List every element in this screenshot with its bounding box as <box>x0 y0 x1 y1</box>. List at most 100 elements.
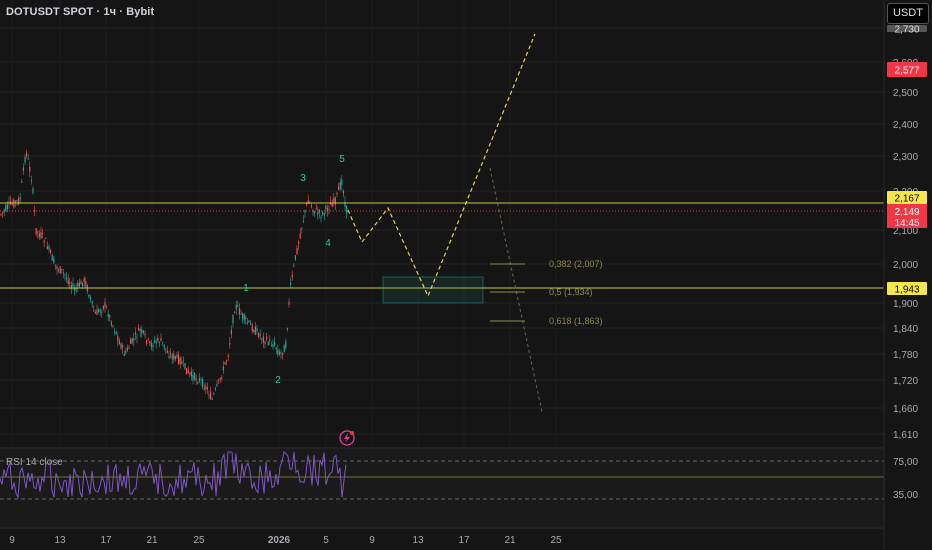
candle-body <box>320 217 322 219</box>
rsi-tick-label: 35,00 <box>893 490 918 501</box>
candle-body <box>27 158 29 160</box>
candle-body <box>253 330 255 333</box>
candle-body <box>240 313 242 315</box>
candle-body <box>258 332 260 338</box>
candle-body <box>125 350 127 354</box>
candle-body <box>158 342 160 344</box>
candle-body <box>333 197 335 203</box>
wave-label-5: 5 <box>339 154 345 165</box>
candle-body <box>194 372 196 380</box>
current-price-label: 2,149 <box>894 207 919 218</box>
candle-body <box>2 211 4 213</box>
candle-body <box>149 341 151 344</box>
candle-body <box>275 347 277 350</box>
candle-body <box>74 288 76 291</box>
time-tick-label: 21 <box>146 535 158 546</box>
candle-body <box>94 312 96 314</box>
candle-body <box>197 382 199 384</box>
candle-body <box>42 233 44 235</box>
time-tick-label: 5 <box>323 535 329 546</box>
candle-body <box>117 335 119 341</box>
candle-body <box>299 233 301 239</box>
candle-body <box>274 341 276 346</box>
candle-body <box>122 344 124 348</box>
candle-body <box>314 211 316 214</box>
candle-body <box>178 354 180 364</box>
candle-body <box>242 313 244 319</box>
time-tick-label: 25 <box>550 535 562 546</box>
candle-body <box>190 371 192 377</box>
target-zone-box <box>382 276 484 304</box>
candle-body <box>37 231 39 233</box>
candle-body <box>338 186 340 190</box>
candle-body <box>266 336 268 340</box>
candle-body <box>211 398 213 400</box>
candle-body <box>304 210 306 213</box>
candle-body <box>51 254 53 261</box>
candle-body <box>261 338 263 340</box>
rsi-pane: RSI 14 close <box>0 447 884 528</box>
price-tick-label: 2,500 <box>893 88 918 99</box>
candle-body <box>54 264 56 266</box>
candle-body <box>238 308 240 315</box>
candle-body <box>216 383 218 387</box>
candle-body <box>302 220 304 222</box>
candle-body <box>208 394 210 396</box>
wave-label-1: 1 <box>243 283 249 294</box>
candle-body <box>134 332 136 334</box>
candle-body <box>162 341 164 343</box>
candle-body <box>270 345 272 347</box>
candle-body <box>133 338 135 341</box>
candle-body <box>19 197 21 200</box>
candle-body <box>16 200 18 202</box>
rsi-background <box>0 448 884 528</box>
candle-body <box>43 240 45 243</box>
candle-body <box>24 156 26 163</box>
candle-body <box>226 360 228 362</box>
candle-body <box>294 255 296 260</box>
candle-body <box>248 320 250 323</box>
candle-body <box>141 329 143 334</box>
candle-body <box>58 269 60 271</box>
candle-body <box>83 277 85 283</box>
candle-body <box>189 372 191 375</box>
fib-level-label: 0,618 (1,863) <box>549 316 603 326</box>
candle-body <box>155 341 157 343</box>
candle-body <box>243 314 245 321</box>
time-tick-label: 21 <box>504 535 516 546</box>
lower-level-badge-label: 1,943 <box>894 285 919 296</box>
candle-body <box>147 338 149 340</box>
candle-body <box>251 324 253 332</box>
candle-body <box>213 393 215 395</box>
candle-body <box>285 341 287 348</box>
candle-body <box>269 339 271 341</box>
price-chart[interactable]: 0,382 (2,007) 0,5 (1,934) 0,618 (1,863) 1 2 3… <box>0 0 932 550</box>
candle-body <box>136 336 138 338</box>
candle-body <box>286 328 288 330</box>
candle-body <box>146 340 148 344</box>
time-tick-label: 9 <box>9 535 15 546</box>
candle-body <box>144 333 146 336</box>
candle-body <box>246 322 248 324</box>
candle-body <box>90 297 92 300</box>
candlestick-series <box>0 149 348 401</box>
price-tick-label: 1,610 <box>893 430 918 441</box>
candle-body <box>93 310 95 312</box>
candle-body <box>250 323 252 325</box>
candle-body <box>0 213 2 215</box>
symbol-title: DOTUSDT SPOT · 1ч · Bybit <box>6 6 155 18</box>
candle-body <box>222 366 224 371</box>
candle-body <box>224 362 226 365</box>
currency-button[interactable]: USDT <box>887 3 929 24</box>
candle-body <box>160 337 162 342</box>
candle-body <box>219 377 221 380</box>
candle-body <box>187 369 189 373</box>
candle-body <box>256 328 258 332</box>
candle-body <box>112 325 114 327</box>
candle-body <box>342 190 344 194</box>
candle-body <box>174 356 176 359</box>
candle-body <box>179 357 181 365</box>
candle-body <box>59 266 61 274</box>
candle-body <box>157 337 159 342</box>
time-tick-label: 13 <box>412 535 424 546</box>
